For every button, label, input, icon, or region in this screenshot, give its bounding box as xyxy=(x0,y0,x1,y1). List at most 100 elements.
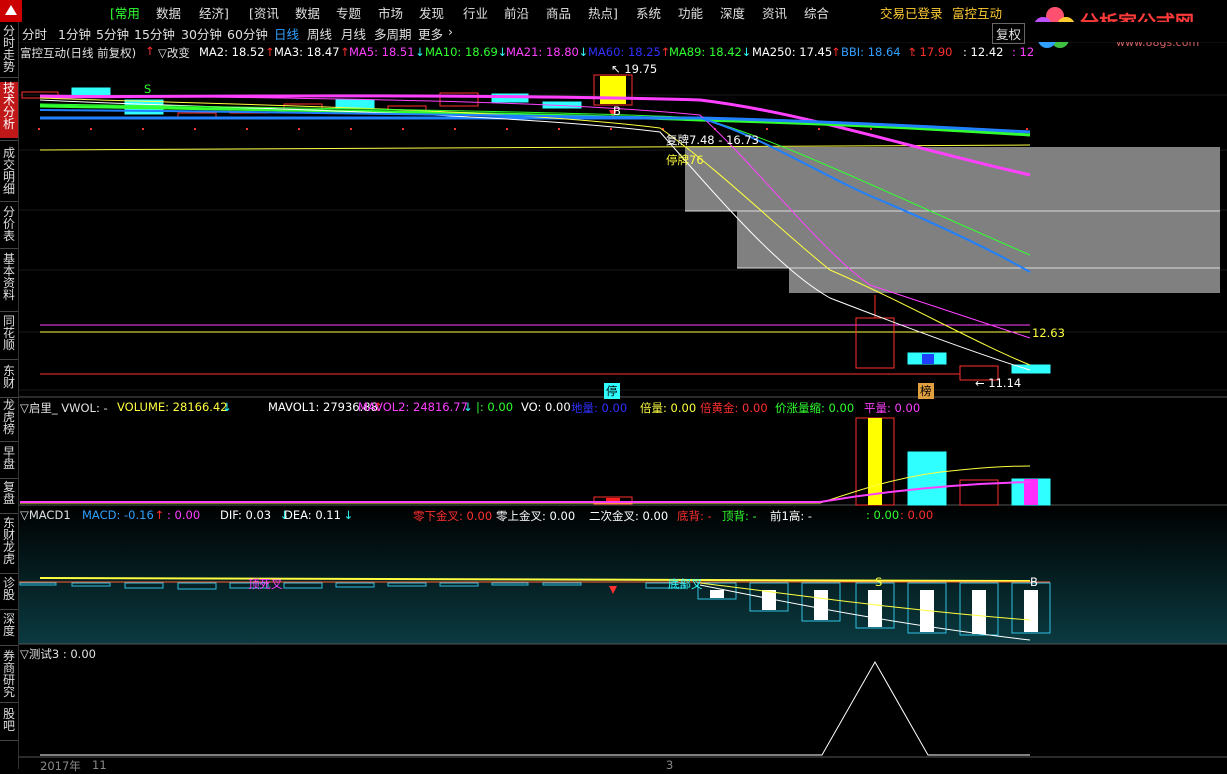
ma-arrow-6: ↓ xyxy=(741,45,752,59)
menu-item-5[interactable]: 专题 xyxy=(336,3,361,22)
sidebar-divider xyxy=(0,311,18,312)
sidebar-divider xyxy=(0,609,18,610)
timeframe-2[interactable]: 5分钟 xyxy=(96,24,129,43)
macd-label-9: 前1高: - xyxy=(770,509,812,523)
vol-arrow-2: ↓ xyxy=(463,400,473,414)
menu-item-9[interactable]: 前沿 xyxy=(504,3,529,22)
xaxis-label-2: 3 xyxy=(666,758,674,772)
dot-mark xyxy=(90,128,92,130)
sidebar-divider xyxy=(0,645,18,646)
timeframe-7[interactable]: 周线 xyxy=(307,24,332,43)
volume-bar-highlight xyxy=(868,418,882,505)
menu-item-1[interactable]: 数据 xyxy=(156,3,181,22)
price-pane-title: 富控互动(日线 前复权) xyxy=(20,46,137,60)
sidebar-divider xyxy=(0,478,18,479)
login-status: 交易已登录 xyxy=(880,6,943,21)
sidebar-item-zhengu[interactable]: 诊股 xyxy=(0,577,18,607)
annotation-tingpai: 停牌76 xyxy=(666,153,704,167)
dot-mark xyxy=(870,128,872,130)
vol-label-7: 倍黄金: 0.00 xyxy=(700,401,768,415)
timeframe-0[interactable]: 分时 xyxy=(22,24,47,43)
macd-label-11: : 0.00 xyxy=(900,508,934,522)
menu-item-12[interactable]: 系统 xyxy=(636,3,661,22)
timeframe-9[interactable]: 多周期 xyxy=(374,24,412,43)
timeframe-1[interactable]: 1分钟 xyxy=(58,24,91,43)
stock-name[interactable]: 富控互动 xyxy=(952,3,1002,22)
sidebar-item-dongcailonghu[interactable]: 东财龙虎 xyxy=(0,517,18,571)
dot-mark xyxy=(818,128,820,130)
sidebar-item-shendu[interactable]: 深度 xyxy=(0,613,18,643)
sidebar-divider xyxy=(0,77,18,78)
annotation-level: 12.63 xyxy=(1032,326,1065,340)
sidebar-item-fenjia[interactable]: 分价表 xyxy=(0,206,18,246)
sidebar-item-jiben[interactable]: 基本资料 xyxy=(0,253,18,309)
sidebar-item-tonghuashun[interactable]: 同花顺 xyxy=(0,315,18,357)
candle xyxy=(71,87,111,97)
more-chevron-icon[interactable]: › xyxy=(448,24,453,39)
dot-mark xyxy=(454,128,456,130)
menu-item-14[interactable]: 深度 xyxy=(720,3,745,22)
menu-item-4[interactable]: 数据 xyxy=(295,3,320,22)
fuquan-button[interactable]: 复权 xyxy=(992,23,1026,44)
dot-mark xyxy=(38,128,40,130)
timeframe-5[interactable]: 60分钟 xyxy=(227,24,268,43)
sidebar-item-longhu[interactable]: 龙虎榜 xyxy=(0,399,18,439)
sidebar-item-fupan[interactable]: 复盘 xyxy=(0,481,18,511)
macd-bar-fill xyxy=(868,590,882,627)
macd-mark-dead: 顶死叉 xyxy=(248,577,283,591)
badge-ting: 停 xyxy=(604,383,620,399)
sidebar-divider xyxy=(0,441,18,442)
sidebar-item-guba[interactable]: 股吧 xyxy=(0,708,18,738)
menu-item-6[interactable]: 市场 xyxy=(378,3,403,22)
menu-item-15[interactable]: 资讯 xyxy=(762,3,787,22)
menu-item-16[interactable]: 综合 xyxy=(804,3,829,22)
menu-item-10[interactable]: 商品 xyxy=(546,3,571,22)
menu-item-13[interactable]: 功能 xyxy=(678,3,703,22)
ma-label-0: MA2: 18.52 xyxy=(199,45,265,59)
ma-label-8: BBI: 18.64 xyxy=(841,45,901,59)
timeframe-8[interactable]: 月线 xyxy=(341,24,366,43)
sidebar-item-fenshi[interactable]: 分时走势 xyxy=(0,25,18,75)
dot-mark xyxy=(246,128,248,130)
menu-item-0[interactable]: [常用 xyxy=(110,3,140,22)
macd-arrow-3: ↓ xyxy=(343,508,354,522)
sidebar-item-jishu[interactable]: 技术分析 xyxy=(0,82,18,138)
badge-bang: 榜 xyxy=(918,383,934,399)
timeframe-3[interactable]: 15分钟 xyxy=(134,24,175,43)
sidebar-item-dongcai[interactable]: 东财 xyxy=(0,365,18,395)
timeframe-4[interactable]: 30分钟 xyxy=(181,24,222,43)
menu-item-7[interactable]: 发现 xyxy=(419,3,444,22)
vol-arrow-0: ↓ xyxy=(222,400,232,414)
macd-label-10: : 0.00 xyxy=(866,508,900,522)
macd-mark-b: B xyxy=(1030,575,1038,589)
sidebar-divider xyxy=(0,201,18,202)
sidebar-item-zaopan[interactable]: 早盘 xyxy=(0,446,18,476)
sidebar-divider xyxy=(0,359,18,360)
annotation-fupai: 复牌7.48 - 16.73 xyxy=(666,133,759,147)
ma-label-1: MA3: 18.47 xyxy=(274,45,340,59)
menu-item-8[interactable]: 行业 xyxy=(463,3,488,22)
ma-label-3: MA10: 18.69 xyxy=(425,45,498,59)
sidebar-item-chengjiao[interactable]: 成交明细 xyxy=(0,147,18,199)
menu-item-3[interactable]: [资讯 xyxy=(249,3,279,22)
vol-label-5: 地量: 0.00 xyxy=(571,401,628,415)
ma-label-4: MA21: 18.80 xyxy=(506,45,579,59)
app-logo-icon[interactable] xyxy=(0,0,22,22)
menu-item-11[interactable]: 热点] xyxy=(588,3,618,22)
dot-mark xyxy=(610,128,612,130)
ma-arrow-4: ↓ xyxy=(578,45,589,59)
left-sidebar: 分时走势技术分析成交明细分价表基本资料同花顺东财龙虎榜早盘复盘东财龙虎诊股深度券… xyxy=(0,22,19,769)
sidebar-divider xyxy=(0,740,18,741)
sidebar-item-quanshang[interactable]: 券商研究 xyxy=(0,650,18,700)
timeframe-6[interactable]: 日线 xyxy=(274,24,299,43)
macd-pane-title: ▽MACD1 xyxy=(20,508,71,522)
timeframe-10[interactable]: 更多 xyxy=(418,24,443,43)
dot-mark xyxy=(766,128,768,130)
timeframe-bar: 分时 1分钟 5分钟 15分钟 30分钟 60分钟 日线 周线 月线 多周期 更多 › 复权 xyxy=(18,22,1227,44)
gap-block xyxy=(737,210,1220,268)
ma-label-9: : 17.90 xyxy=(912,45,953,59)
menu-item-2[interactable]: 经济] xyxy=(199,3,229,22)
macd-label-3: DEA: 0.11 xyxy=(284,508,341,522)
dot-mark xyxy=(350,128,352,130)
sidebar-divider xyxy=(0,513,18,514)
